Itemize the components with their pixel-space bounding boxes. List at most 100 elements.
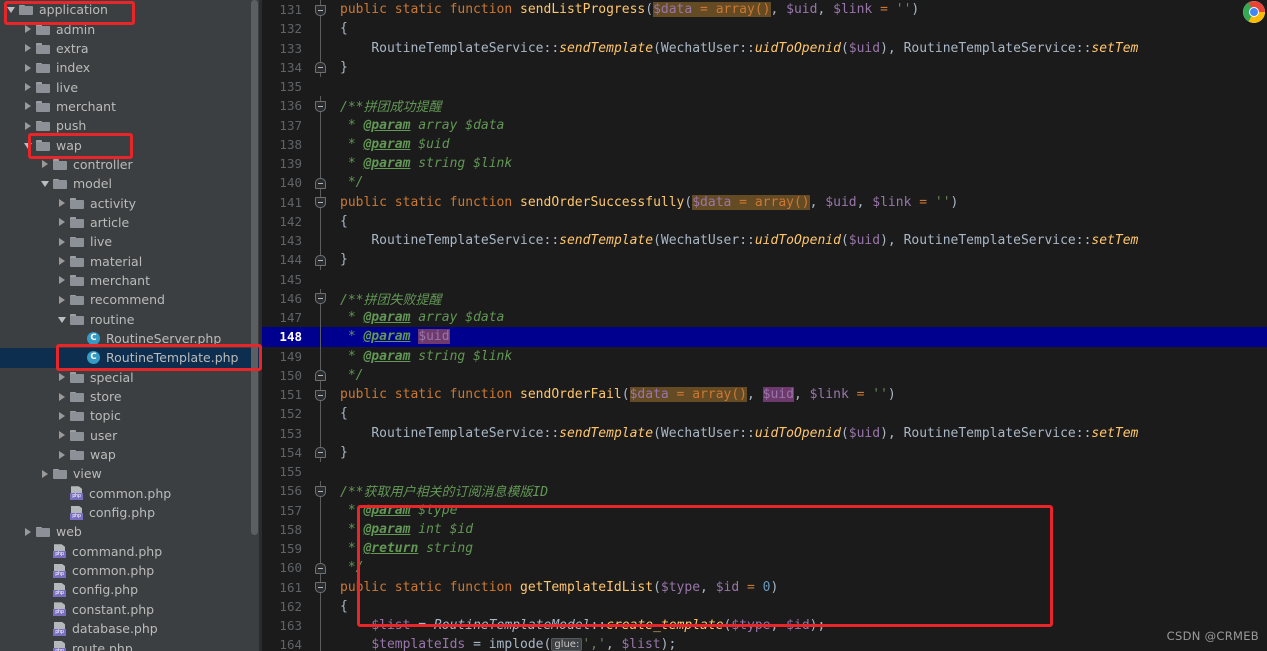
tree-item-admin[interactable]: admin: [0, 19, 262, 38]
fold-gutter[interactable]: [310, 404, 332, 424]
chevron-right-icon[interactable]: [23, 526, 34, 537]
tree-item-database-php[interactable]: database.php: [0, 619, 262, 638]
project-tree-list[interactable]: application admin extra index live merchant pu…: [0, 0, 262, 651]
code-line-159[interactable]: 159 * @return string: [262, 539, 1267, 559]
tree-item-wap[interactable]: wap: [0, 445, 262, 464]
fold-gutter[interactable]: [310, 57, 332, 77]
fold-collapse-icon[interactable]: [315, 389, 326, 401]
fold-gutter[interactable]: [310, 462, 332, 481]
tree-item-command-php[interactable]: command.php: [0, 542, 262, 561]
code-line-137[interactable]: 137 * @param array $data: [262, 115, 1267, 135]
fold-gutter[interactable]: [310, 19, 332, 39]
fold-end-icon[interactable]: [315, 254, 326, 266]
tree-item-live[interactable]: live: [0, 77, 262, 96]
tree-item-routinetemplate-php[interactable]: RoutineTemplate.php: [0, 348, 262, 368]
chevron-right-icon[interactable]: [23, 101, 34, 112]
chevron-right-icon[interactable]: [57, 236, 68, 247]
tree-item-route-php[interactable]: route.php: [0, 638, 262, 651]
code-line-133[interactable]: 133 RoutineTemplateService::sendTemplate…: [262, 38, 1267, 58]
fold-gutter[interactable]: [310, 442, 332, 462]
chevron-right-icon[interactable]: [23, 62, 34, 73]
tree-item-merchant[interactable]: merchant: [0, 97, 262, 116]
chrome-icon[interactable]: [1243, 1, 1265, 23]
fold-gutter[interactable]: [310, 423, 332, 443]
fold-gutter[interactable]: [310, 519, 332, 539]
code-line-131[interactable]: 131 public static function sendListProgre…: [262, 0, 1267, 20]
code-line-135[interactable]: 135: [262, 77, 1267, 96]
fold-gutter[interactable]: [310, 558, 332, 578]
tree-item-constant-php[interactable]: constant.php: [0, 600, 262, 619]
code-lines[interactable]: 131 public static function sendListProgre…: [262, 0, 1267, 651]
fold-collapse-icon[interactable]: [315, 293, 326, 305]
code-line-163[interactable]: 163 $list = RoutineTemplateModel::create…: [262, 616, 1267, 636]
tree-item-activity[interactable]: activity: [0, 193, 262, 212]
fold-gutter[interactable]: [310, 577, 332, 597]
fold-end-icon[interactable]: [315, 62, 326, 74]
tree-item-recommend[interactable]: recommend: [0, 290, 262, 309]
code-line-150[interactable]: 150 */: [262, 365, 1267, 385]
code-line-144[interactable]: 144}: [262, 250, 1267, 270]
chevron-down-icon[interactable]: [57, 314, 68, 325]
chevron-right-icon[interactable]: [40, 159, 51, 170]
fold-end-icon[interactable]: [315, 370, 326, 382]
code-line-139[interactable]: 139 * @param string $link: [262, 154, 1267, 174]
code-line-147[interactable]: 147 * @param array $data: [262, 308, 1267, 328]
chevron-right-icon[interactable]: [23, 120, 34, 131]
code-editor-panel[interactable]: 131 public static function sendListProgre…: [262, 0, 1267, 651]
code-line-145[interactable]: 145: [262, 270, 1267, 289]
code-line-155[interactable]: 155: [262, 462, 1267, 481]
tree-item-routineserver-php[interactable]: RoutineServer.php: [0, 329, 262, 348]
chevron-right-icon[interactable]: [57, 217, 68, 228]
code-line-140[interactable]: 140 */: [262, 173, 1267, 193]
tree-item-view[interactable]: view: [0, 464, 262, 483]
chevron-right-icon[interactable]: [23, 43, 34, 54]
code-line-132[interactable]: 132 {: [262, 19, 1267, 39]
code-line-153[interactable]: 153 RoutineTemplateService::sendTemplate…: [262, 423, 1267, 443]
chevron-right-icon[interactable]: [23, 24, 34, 35]
chevron-right-icon[interactable]: [57, 275, 68, 286]
fold-gutter[interactable]: [310, 250, 332, 270]
fold-gutter[interactable]: [310, 77, 332, 96]
fold-gutter[interactable]: [310, 539, 332, 559]
fold-gutter[interactable]: [310, 115, 332, 135]
sidebar-scrollbar-thumb[interactable]: [251, 0, 258, 535]
fold-gutter[interactable]: [310, 154, 332, 174]
fold-gutter[interactable]: [310, 192, 332, 212]
fold-end-icon[interactable]: [315, 562, 326, 574]
code-line-161[interactable]: 161 public static function getTemplateIdL…: [262, 577, 1267, 597]
code-line-141[interactable]: 141 public static function sendOrderSucce…: [262, 192, 1267, 212]
tree-item-push[interactable]: push: [0, 116, 262, 135]
code-line-136[interactable]: 136 /**拼团成功提醒: [262, 96, 1267, 116]
tree-item-wap[interactable]: wap: [0, 135, 262, 154]
tree-item-store[interactable]: store: [0, 387, 262, 406]
tree-item-web[interactable]: web: [0, 522, 262, 541]
fold-gutter[interactable]: [310, 635, 332, 651]
tree-item-topic[interactable]: topic: [0, 406, 262, 425]
code-line-160[interactable]: 160 */: [262, 558, 1267, 578]
chevron-right-icon[interactable]: [57, 198, 68, 209]
fold-gutter[interactable]: [310, 481, 332, 501]
fold-gutter[interactable]: [310, 173, 332, 193]
tree-item-application[interactable]: application: [0, 0, 262, 19]
chevron-down-icon[interactable]: [6, 4, 17, 15]
fold-gutter[interactable]: [310, 38, 332, 58]
fold-collapse-icon[interactable]: [315, 197, 326, 208]
chevron-right-icon[interactable]: [23, 82, 34, 93]
fold-collapse-icon[interactable]: [315, 582, 326, 593]
code-line-138[interactable]: 138 * @param $uid: [262, 134, 1267, 154]
code-line-134[interactable]: 134}: [262, 57, 1267, 77]
chevron-down-icon[interactable]: [40, 178, 51, 189]
tree-item-controller[interactable]: controller: [0, 155, 262, 174]
code-line-151[interactable]: 151 public static function sendOrderFail(…: [262, 385, 1267, 405]
chevron-right-icon[interactable]: [57, 410, 68, 421]
project-tree-panel[interactable]: application admin extra index live merchant pu…: [0, 0, 262, 651]
code-line-142[interactable]: 142 {: [262, 211, 1267, 231]
fold-gutter[interactable]: [310, 0, 332, 20]
fold-collapse-icon[interactable]: [315, 4, 326, 16]
tree-item-config-php[interactable]: config.php: [0, 580, 262, 599]
fold-gutter[interactable]: [310, 596, 332, 616]
sidebar-scrollbar[interactable]: [251, 0, 258, 651]
code-line-158[interactable]: 158 * @param int $id: [262, 519, 1267, 539]
tree-item-common-php[interactable]: common.php: [0, 561, 262, 580]
code-line-164[interactable]: 164 $templateIds = implode(glue: ',', $li…: [262, 635, 1267, 651]
